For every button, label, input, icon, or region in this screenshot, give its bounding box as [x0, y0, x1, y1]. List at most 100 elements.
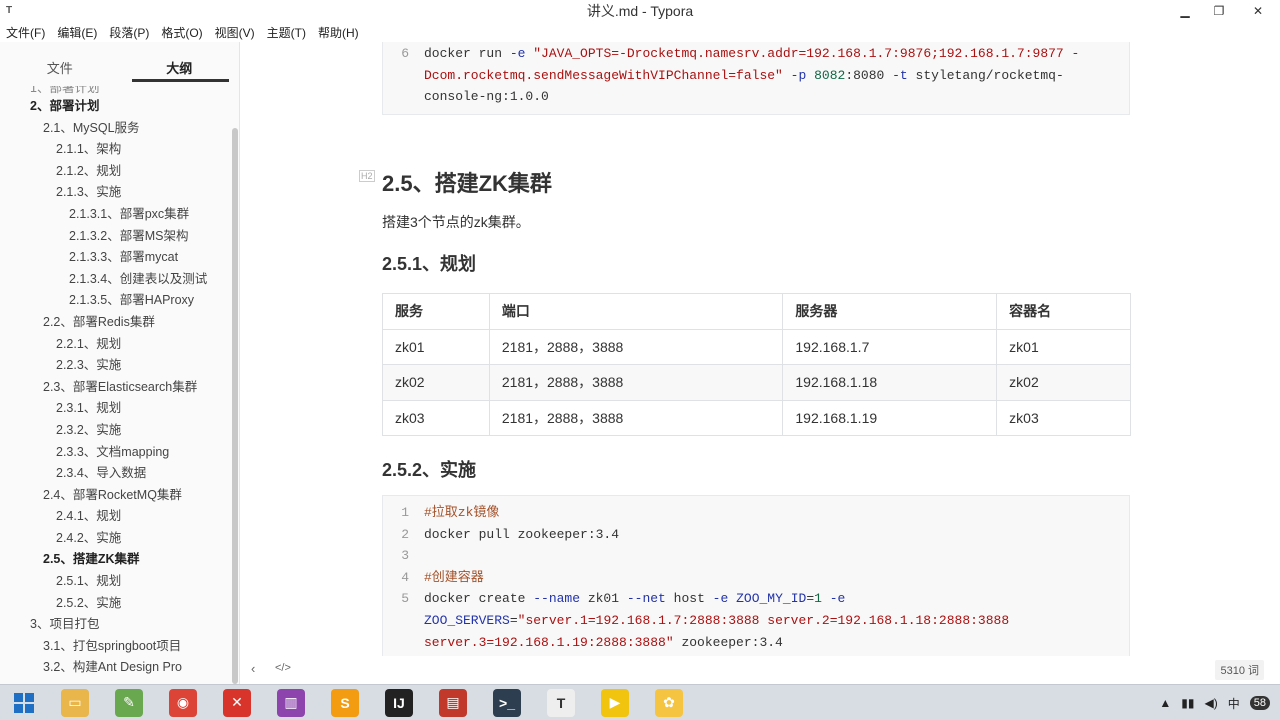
outline-item[interactable]: 2.3.4、导入数据 — [0, 463, 232, 485]
outline-item[interactable]: 2.1.3.3、部署mycat — [0, 247, 232, 269]
player-icon: ▶ — [601, 688, 629, 717]
code-line: Dcom.rocketmq.sendMessageWithVIPChannel=… — [383, 65, 1129, 87]
table-header-row: 服务 端口 服务器 容器名 — [382, 293, 1131, 330]
ime-indicator[interactable]: 中 — [1228, 695, 1240, 712]
table-cell: zk01 — [996, 328, 1131, 365]
outline-item[interactable]: 2.5、搭建ZK集群 — [0, 549, 232, 571]
outline-item[interactable]: 2.2.3、实施 — [0, 355, 232, 377]
taskbar-app-file-explorer[interactable]: ▭ — [48, 685, 102, 720]
outline-item[interactable]: 2.1.3.5、部署HAProxy — [0, 290, 232, 312]
toggle-sidebar-icon[interactable]: ‹ — [251, 661, 255, 676]
sidebar-scrollbar[interactable] — [232, 128, 238, 684]
outline-item[interactable]: 2.4.2、实施 — [0, 528, 232, 550]
taskbar-app-intellij[interactable]: IJ — [372, 685, 426, 720]
title-bar: T 讲义.md - Typora ▁ ❐ ✕ — [0, 0, 1280, 22]
outline-item[interactable]: 2.1、MySQL服务 — [0, 118, 232, 140]
code-block-rocketmq[interactable]: 6 docker run -e "JAVA_OPTS=-Drocketmq.nam… — [382, 42, 1130, 115]
outline-item[interactable]: 2.1.2、规划 — [0, 161, 232, 183]
outline-item[interactable]: 2.1.3、实施 — [0, 182, 232, 204]
outline-item[interactable]: 2.3.1、规划 — [0, 398, 232, 420]
outline-item[interactable]: 2.4.1、规划 — [0, 506, 232, 528]
outline-item[interactable]: 3.2、构建Ant Design Pro — [0, 657, 232, 679]
taskbar-app-baidu[interactable]: ✿ — [642, 685, 696, 720]
taskbar-app-notes[interactable]: ▤ — [426, 685, 480, 720]
line-number: 4 — [401, 569, 409, 585]
volume-icon[interactable]: ◀) — [1205, 696, 1218, 710]
tab-outline[interactable]: 大纲 — [120, 42, 240, 84]
taskbar-app-terminal[interactable]: >_ — [480, 685, 534, 720]
code-token: 8082 — [814, 67, 846, 83]
menu-item-1[interactable]: 编辑(E) — [57, 24, 97, 41]
code-line: 1 #拉取zk镜像 — [383, 502, 1129, 524]
outline-item[interactable]: 2、部署计划 — [0, 96, 232, 118]
sidebar-tabs: 文件 大纲 — [0, 42, 239, 84]
menu-item-6[interactable]: 帮助(H) — [318, 24, 359, 41]
outline-item[interactable]: 2.2、部署Redis集群 — [0, 312, 232, 334]
typora-icon: T — [547, 688, 575, 717]
outline-item-partial[interactable]: 1、部署计划 — [0, 86, 232, 96]
tray-arrow-icon[interactable]: ▲ — [1159, 696, 1171, 710]
close-button[interactable]: ✕ — [1236, 0, 1280, 22]
sublime-icon: S — [331, 688, 359, 717]
taskbar-app-chrome[interactable]: ◉ — [156, 685, 210, 720]
code-token: docker pull zookeeper:3.4 — [424, 526, 620, 542]
code-token: #拉取zk镜像 — [424, 505, 500, 520]
outline-item[interactable]: 2.1.3.2、部署MS架构 — [0, 226, 232, 248]
taskbar-app-xmind[interactable]: ✕ — [210, 685, 264, 720]
taskbar-app-typora[interactable]: T — [534, 685, 588, 720]
code-line: 3 — [383, 545, 1129, 567]
network-icon[interactable]: ▮▮ — [1181, 696, 1194, 710]
terminal-icon: >_ — [493, 688, 521, 717]
outline-item[interactable]: 2.5.1、规划 — [0, 571, 232, 593]
code-token: ZOO_SERVERS — [424, 612, 510, 628]
taskbar-app-sublime[interactable]: S — [318, 685, 372, 720]
table-header-cell: 服务器 — [782, 293, 998, 330]
outline-item[interactable]: 2.3.2、实施 — [0, 420, 232, 442]
taskbar-apps: ▭ ✎ ◉ ✕ ▥ S IJ ▤ >_ T ▶ ✿ — [48, 685, 696, 720]
outline-item[interactable]: 2.5.2、实施 — [0, 593, 232, 615]
table-header-cell: 端口 — [488, 293, 784, 330]
winrar-icon: ▥ — [277, 688, 305, 717]
menu-bar: 文件(F) 编辑(E) 段落(P) 格式(O) 视图(V) 主题(T) 帮助(H) — [0, 22, 1280, 42]
outline-item[interactable]: 2.3.3、文档mapping — [0, 442, 232, 464]
taskbar-app-paint[interactable]: ✎ — [102, 685, 156, 720]
table-cell: 2181，2888，3888 — [488, 364, 784, 401]
minimize-button[interactable]: ▁ — [1168, 0, 1202, 22]
word-count[interactable]: 5310 词 — [1215, 660, 1264, 680]
line-number: 2 — [401, 526, 409, 542]
source-mode-icon[interactable]: </> — [275, 662, 291, 674]
system-tray: ▲ ▮▮ ◀) 中 58 — [1159, 685, 1280, 720]
outline-item[interactable]: 2.4、部署RocketMQ集群 — [0, 485, 232, 507]
code-token: -t — [892, 67, 908, 83]
code-token: console-ng:1.0.0 — [424, 89, 549, 105]
maximize-button[interactable]: ❐ — [1202, 0, 1236, 22]
code-token: "JAVA_OPTS=-Drocketmq.namesrv.addr=192.1… — [533, 46, 1080, 61]
taskbar-app-winrar[interactable]: ▥ — [264, 685, 318, 720]
outline-item[interactable]: 2.1.1、架构 — [0, 139, 232, 161]
table-header-cell: 服务 — [382, 293, 490, 330]
outline-item[interactable]: 3.1、打包springboot项目 — [0, 636, 232, 658]
code-token: styletang/rocketmq- — [907, 67, 1064, 83]
menu-item-3[interactable]: 格式(O) — [161, 24, 202, 41]
line-number: 3 — [401, 548, 409, 564]
code-token: --name — [533, 591, 581, 607]
outline-item[interactable]: 2.2.1、规划 — [0, 334, 232, 356]
outline-item[interactable]: 2.1.3.4、创建表以及测试 — [0, 269, 232, 291]
notification-badge[interactable]: 58 — [1249, 696, 1270, 710]
taskbar-app-player[interactable]: ▶ — [588, 685, 642, 720]
menu-item-5[interactable]: 主题(T) — [267, 24, 306, 41]
outline-item[interactable]: 3、项目打包 — [0, 614, 232, 636]
outline-item[interactable]: 2.1.3.1、部署pxc集群 — [0, 204, 232, 226]
menu-item-4[interactable]: 视图(V) — [215, 24, 255, 41]
tab-files[interactable]: 文件 — [0, 42, 120, 84]
menu-item-2[interactable]: 段落(P) — [109, 24, 149, 41]
xmind-icon: ✕ — [223, 688, 251, 717]
code-token: host — [665, 591, 713, 607]
menu-item-0[interactable]: 文件(F) — [6, 24, 45, 41]
start-button[interactable] — [0, 685, 48, 720]
outline-item[interactable]: 2.3、部署Elasticsearch集群 — [0, 377, 232, 399]
zk-plan-table: 服务 端口 服务器 容器名 zk01 2181，2888，3888 192.168.1.7… — [382, 293, 1131, 436]
code-token: Dcom.rocketmq.sendMessageWithVIPChannel=… — [424, 67, 783, 83]
table-cell: 192.168.1.19 — [782, 399, 998, 436]
section-description: 搭建3个节点的zk集群。 — [382, 214, 530, 230]
